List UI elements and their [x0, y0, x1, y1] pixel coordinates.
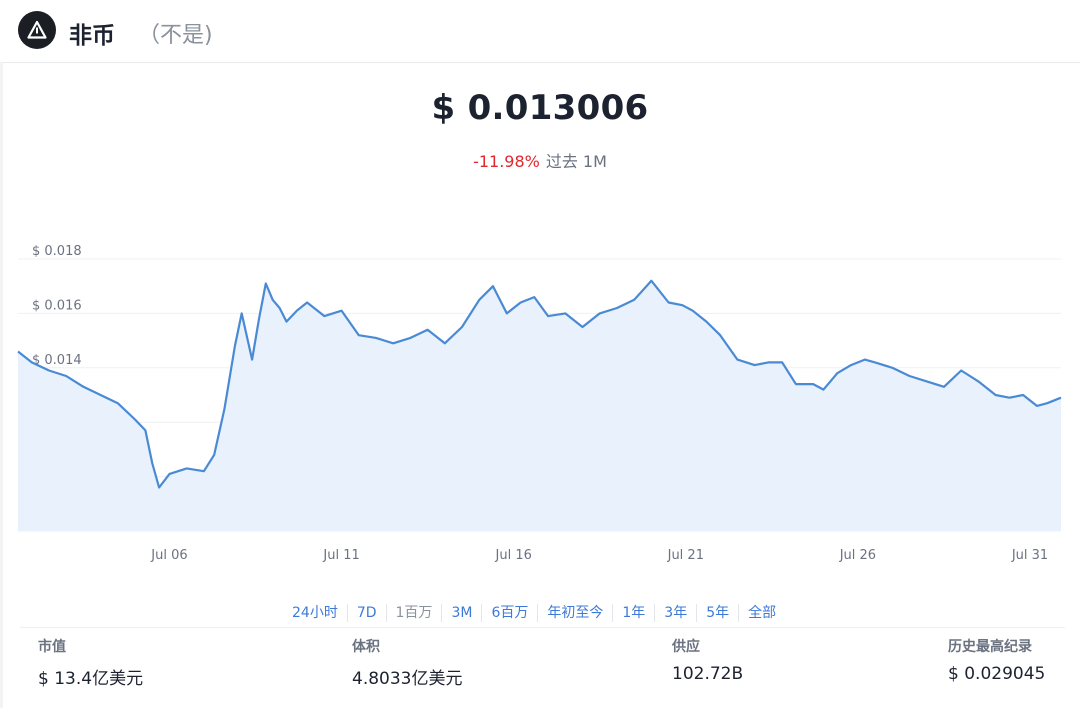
- stat-all-time-high: 历史最高纪录 $ 0.029045: [948, 636, 1045, 684]
- stat-value: 102.72B: [672, 664, 744, 684]
- y-tick-label: $ 0.018: [32, 244, 82, 259]
- range-option[interactable]: 3M: [441, 604, 481, 622]
- range-option[interactable]: 1年: [612, 604, 654, 622]
- coin-name: 非币: [69, 23, 115, 49]
- x-tick-label: Jul 31: [1011, 548, 1048, 563]
- range-option[interactable]: 6百万: [481, 604, 537, 622]
- range-option[interactable]: 7D: [346, 604, 386, 622]
- y-tick-label: $ 0.016: [32, 298, 82, 313]
- stats-divider: [20, 627, 1065, 628]
- warning-triangle-icon: [18, 11, 56, 49]
- time-range-selector: 24小时 7D 1百万 3M 6百万 年初至今 1年 3年 5年 全部: [283, 602, 785, 624]
- stat-label: 供应: [672, 639, 700, 655]
- stat-market-cap: 市值 $ 13.4亿美元: [38, 636, 143, 689]
- x-tick-label: Jul 06: [150, 548, 187, 563]
- range-option[interactable]: 5年: [696, 604, 738, 622]
- stat-value: 4.8033亿美元: [352, 669, 463, 689]
- stat-supply: 供应 102.72B: [672, 636, 743, 684]
- stat-value: $ 13.4亿美元: [38, 669, 144, 689]
- stat-volume: 体积 4.8033亿美元: [352, 636, 462, 689]
- x-tick-label: Jul 11: [322, 548, 359, 563]
- stat-label: 历史最高纪录: [948, 639, 1032, 655]
- price-area-fill: [18, 280, 1061, 531]
- range-option[interactable]: 年初至今: [537, 604, 612, 622]
- stat-value: $ 0.029045: [948, 664, 1046, 684]
- range-option[interactable]: 24小时: [283, 604, 347, 622]
- stat-label: 体积: [352, 639, 380, 655]
- range-option[interactable]: 全部: [738, 604, 785, 622]
- x-tick-label: Jul 26: [839, 548, 876, 563]
- price-change-percent: -11.98%: [473, 152, 540, 171]
- price-change-period: 过去 1M: [545, 152, 607, 171]
- range-option[interactable]: 3年: [654, 604, 696, 622]
- current-price: $ 0.013006: [431, 88, 649, 128]
- coin-ticker: （不是): [138, 23, 213, 48]
- x-tick-label: Jul 16: [495, 548, 532, 563]
- coin-header: 非币 （不是): [0, 0, 1080, 63]
- price-chart[interactable]: $ 0.018$ 0.016$ 0.014$ 0.012$ 0.01$ 0.00…: [0, 232, 1080, 572]
- price-change-row: -11.98% 过去 1M: [0, 148, 1080, 172]
- range-option[interactable]: 1百万: [385, 604, 442, 622]
- x-tick-label: Jul 21: [667, 548, 704, 563]
- stat-label: 市值: [38, 639, 66, 655]
